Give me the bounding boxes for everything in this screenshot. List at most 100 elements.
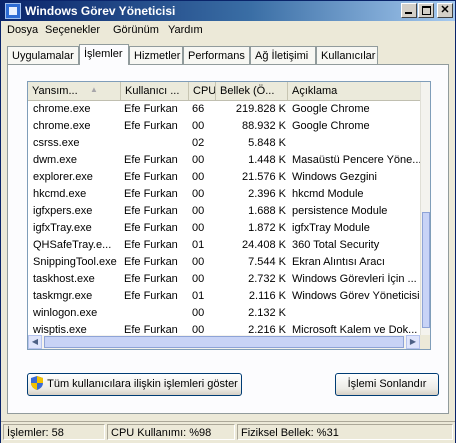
shield-icon <box>31 375 44 390</box>
show-all-users-processes-label: Tüm kullanıcılara ilişkin işlemleri göst… <box>47 378 238 390</box>
window-title: Windows Görev Yöneticisi <box>25 4 176 18</box>
task-manager-window: Windows Görev Yöneticisi ✕ Dosya Seçenek… <box>0 0 456 443</box>
process-user-name: Efe Furkan <box>124 205 178 217</box>
process-image-name: chrome.exe <box>33 120 91 132</box>
process-row[interactable]: igfxTray.exe Efe Furkan 00 1.872 K igfxTray … <box>28 220 420 237</box>
minimize-button[interactable] <box>401 3 417 18</box>
process-list[interactable]: Yansım... ▲ Kullanıcı ... CPU Bellek (Ö.… <box>27 81 431 350</box>
title-bar[interactable]: Windows Görev Yöneticisi ✕ <box>1 1 455 21</box>
sort-ascending-icon: ▲ <box>90 85 98 94</box>
show-all-users-processes-button[interactable]: Tüm kullanıcılara ilişkin işlemleri göst… <box>27 373 242 396</box>
process-description: Google Chrome <box>292 120 370 132</box>
process-row[interactable]: dwm.exe Efe Furkan 00 1.448 K Masaüstü Pence… <box>28 152 420 169</box>
process-user-name: Efe Furkan <box>124 103 178 115</box>
process-image-name: SnippingTool.exe <box>33 256 117 268</box>
process-row[interactable]: chrome.exe Efe Furkan 00 88.932 K Google Chr… <box>28 118 420 135</box>
process-rows: chrome.exe Efe Furkan 66 219.828 K Google Ch… <box>28 101 420 339</box>
scrollbar-corner <box>420 335 430 349</box>
process-image-name: QHSafeTray.e... <box>33 239 112 251</box>
process-memory: 24.408 K <box>241 239 286 251</box>
process-memory: 5.848 K <box>248 137 286 149</box>
column-user-name[interactable]: Kullanıcı ... <box>121 82 189 100</box>
process-user-name: Efe Furkan <box>124 120 178 132</box>
process-image-name: igfxpers.exe <box>33 205 93 217</box>
process-cpu: 00 <box>192 205 205 217</box>
menu-bar: Dosya Seçenekler Görünüm Yardım <box>1 21 455 40</box>
status-bar: İşlemler: 58 CPU Kullanımı: %98 Fiziksel… <box>1 421 455 443</box>
process-row[interactable]: csrss.exe 02 5.848 K <box>28 135 420 152</box>
process-user-name: Efe Furkan <box>124 171 178 183</box>
process-user-name: Efe Furkan <box>124 222 178 234</box>
process-user-name: Efe Furkan <box>124 154 178 166</box>
status-cpu-usage: CPU Kullanımı: %98 <box>107 424 235 440</box>
tab-services[interactable]: Hizmetler <box>129 46 183 64</box>
process-cpu: 00 <box>192 307 205 319</box>
process-row[interactable]: hkcmd.exe Efe Furkan 00 2.396 K hkcmd Module <box>28 186 420 203</box>
tab-applications[interactable]: Uygulamalar <box>7 46 79 64</box>
column-image-name-label: Yansım... <box>32 85 78 97</box>
scroll-right-icon[interactable]: ▶ <box>406 335 420 349</box>
process-image-name: winlogon.exe <box>33 307 98 319</box>
horizontal-scroll-thumb[interactable] <box>44 336 404 348</box>
vertical-scrollbar[interactable] <box>420 82 430 335</box>
process-memory: 1.872 K <box>248 222 286 234</box>
process-description: persistence Module <box>292 205 388 217</box>
process-description: hkcmd Module <box>292 188 364 200</box>
process-user-name: Efe Furkan <box>124 256 178 268</box>
process-row[interactable]: winlogon.exe 00 2.132 K <box>28 305 420 322</box>
process-image-name: hkcmd.exe <box>33 188 87 200</box>
tab-performance[interactable]: Performans <box>183 46 250 64</box>
column-image-name[interactable]: Yansım... ▲ <box>28 82 121 100</box>
process-cpu: 00 <box>192 273 205 285</box>
process-cpu: 01 <box>192 290 205 302</box>
process-description: Masaüstü Pencere Yöne... <box>292 154 420 166</box>
process-memory: 7.544 K <box>248 256 286 268</box>
process-memory: 2.396 K <box>248 188 286 200</box>
column-description[interactable]: Açıklama <box>288 82 420 100</box>
status-physical-memory: Fiziksel Bellek: %31 <box>237 424 453 440</box>
process-row[interactable]: QHSafeTray.e... Efe Furkan 01 24.408 K 360 T… <box>28 237 420 254</box>
process-row[interactable]: igfxpers.exe Efe Furkan 00 1.688 K persisten… <box>28 203 420 220</box>
process-image-name: chrome.exe <box>33 103 91 115</box>
process-memory: 2.116 K <box>248 290 286 302</box>
process-image-name: explorer.exe <box>33 171 93 183</box>
horizontal-scrollbar[interactable]: ◀ ▶ <box>28 335 420 349</box>
process-user-name: Efe Furkan <box>124 239 178 251</box>
end-process-button[interactable]: İşlemi Sonlandır <box>335 373 439 396</box>
process-row[interactable]: chrome.exe Efe Furkan 66 219.828 K Google Ch… <box>28 101 420 118</box>
process-description: Google Chrome <box>292 103 370 115</box>
process-row[interactable]: taskmgr.exe Efe Furkan 01 2.116 K Windows Gö… <box>28 288 420 305</box>
process-memory: 2.132 K <box>248 307 286 319</box>
process-cpu: 00 <box>192 256 205 268</box>
column-memory[interactable]: Bellek (Ö... <box>216 82 288 100</box>
task-manager-icon <box>5 3 21 19</box>
tab-users[interactable]: Kullanıcılar <box>316 46 378 64</box>
vertical-scroll-thumb[interactable] <box>422 212 430 328</box>
menu-help[interactable]: Yardım <box>168 24 203 36</box>
tab-processes[interactable]: İşlemler <box>79 44 129 65</box>
scroll-left-icon[interactable]: ◀ <box>28 335 42 349</box>
process-cpu: 66 <box>192 103 205 115</box>
process-description: Windows Görev Yöneticisi <box>292 290 420 302</box>
process-description: Ekran Alıntısı Aracı <box>292 256 385 268</box>
close-button[interactable]: ✕ <box>437 3 453 18</box>
process-image-name: taskmgr.exe <box>33 290 93 302</box>
process-memory: 1.448 K <box>248 154 286 166</box>
column-cpu[interactable]: CPU <box>189 82 216 100</box>
process-row[interactable]: taskhost.exe Efe Furkan 00 2.732 K Windows G… <box>28 271 420 288</box>
process-memory: 21.576 K <box>241 171 286 183</box>
process-cpu: 02 <box>192 137 205 149</box>
process-row[interactable]: explorer.exe Efe Furkan 00 21.576 K Windows … <box>28 169 420 186</box>
process-user-name: Efe Furkan <box>124 273 178 285</box>
process-cpu: 00 <box>192 222 205 234</box>
column-header-row: Yansım... ▲ Kullanıcı ... CPU Bellek (Ö.… <box>28 82 420 101</box>
process-cpu: 00 <box>192 120 205 132</box>
maximize-button[interactable] <box>418 3 434 18</box>
menu-view[interactable]: Görünüm <box>113 24 159 36</box>
process-memory: 88.932 K <box>241 120 286 132</box>
menu-file[interactable]: Dosya <box>7 24 38 36</box>
menu-options[interactable]: Seçenekler <box>45 24 100 36</box>
process-cpu: 01 <box>192 239 205 251</box>
process-row[interactable]: SnippingTool.exe Efe Furkan 00 7.544 K Ekran… <box>28 254 420 271</box>
tab-networking[interactable]: Ağ İletişimi <box>250 46 316 64</box>
